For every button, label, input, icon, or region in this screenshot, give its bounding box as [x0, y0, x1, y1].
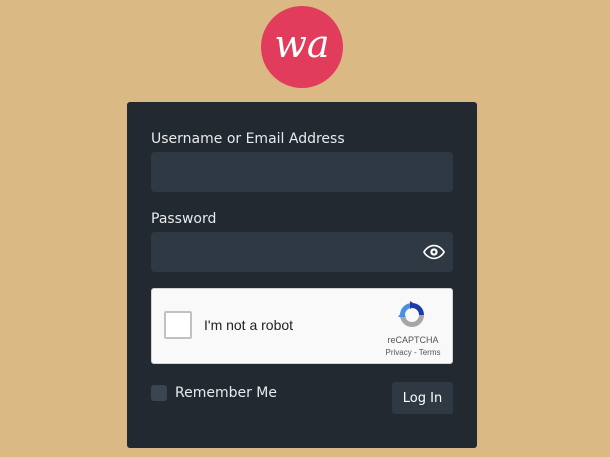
- recaptcha-links: Privacy - Terms: [376, 348, 450, 357]
- recaptcha-label: I'm not a robot: [204, 317, 294, 333]
- recaptcha-logo-icon: [398, 301, 424, 327]
- password-label: Password: [151, 211, 217, 227]
- username-label: Username or Email Address: [151, 131, 345, 147]
- remember-me-checkbox[interactable]: [151, 385, 167, 401]
- password-input[interactable]: [151, 232, 453, 272]
- recaptcha-terms-link[interactable]: Terms: [419, 348, 441, 357]
- username-input[interactable]: [151, 152, 453, 192]
- login-card: Username or Email Address Password I'm n…: [127, 102, 477, 448]
- login-page: wa Username or Email Address Password I'…: [0, 0, 610, 457]
- recaptcha-link-separator: -: [411, 348, 419, 357]
- remember-me: Remember Me: [151, 384, 277, 402]
- recaptcha-brand: reCAPTCHA: [387, 335, 439, 345]
- login-button[interactable]: Log In: [392, 382, 453, 414]
- logo-text: wa: [274, 22, 330, 66]
- show-password-icon[interactable]: [423, 244, 445, 260]
- recaptcha-privacy-link[interactable]: Privacy: [386, 348, 412, 357]
- site-logo[interactable]: wa: [261, 6, 343, 88]
- recaptcha-widget: I'm not a robot reCAPTCHA Privacy - Term…: [151, 288, 453, 364]
- recaptcha-checkbox[interactable]: [164, 311, 192, 339]
- remember-me-label[interactable]: Remember Me: [175, 384, 277, 402]
